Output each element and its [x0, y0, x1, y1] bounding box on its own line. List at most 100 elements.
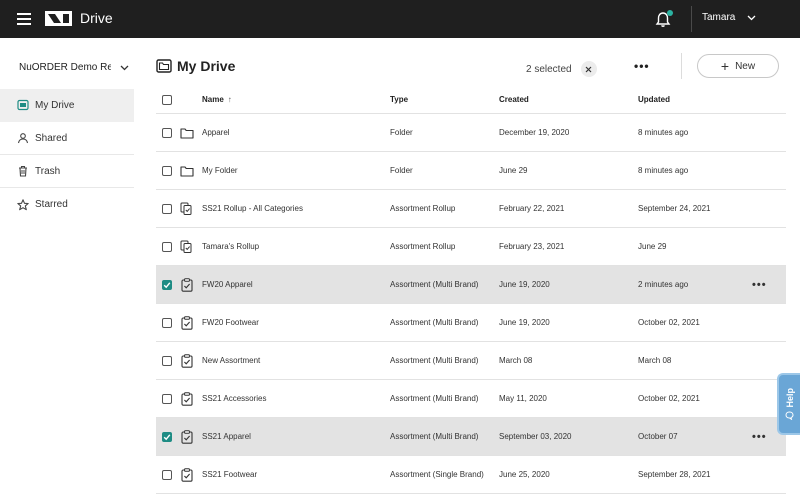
sidebar-item-label: My Drive	[35, 99, 75, 111]
row-name[interactable]: FW20 Footwear	[202, 304, 259, 341]
table-row[interactable]: SS21 Rollup - All Categories Assortment R…	[156, 190, 786, 228]
new-button-label: New	[735, 60, 756, 72]
sidebar-item-my-drive[interactable]: My Drive	[0, 89, 134, 122]
organization-select[interactable]: NuORDER Demo Reta...	[19, 62, 129, 73]
drive-icon	[156, 59, 172, 73]
table-row[interactable]: New Assortment Assortment (Multi Brand) Ma…	[156, 342, 786, 380]
selection-indicator: 2 selected	[526, 61, 597, 77]
table-row[interactable]: Tamara's Rollup Assortment Rollup February…	[156, 228, 786, 266]
row-updated: 2 minutes ago	[638, 280, 689, 289]
row-name[interactable]: Apparel	[202, 114, 230, 151]
row-created: June 29	[499, 166, 528, 175]
row-type: Folder	[390, 166, 413, 175]
row-type: Assortment (Multi Brand)	[390, 318, 479, 327]
row-checkbox[interactable]	[162, 241, 172, 252]
organization-name: NuORDER Demo Reta...	[19, 62, 111, 73]
table-body: Apparel Folder December 19, 2020 8 minutes …	[156, 114, 786, 494]
row-updated: March 08	[638, 356, 672, 365]
user-name: Tamara	[702, 12, 736, 23]
chevron-down-icon	[747, 15, 756, 20]
row-created: February 23, 2021	[499, 242, 565, 251]
hamburger-menu-icon[interactable]	[17, 13, 31, 25]
row-name[interactable]: FW20 Apparel	[202, 266, 253, 303]
row-name[interactable]: SS21 Apparel	[202, 418, 251, 455]
row-checkbox[interactable]	[162, 469, 172, 480]
trash-icon	[19, 165, 27, 177]
sidebar-item-label: Starred	[35, 199, 68, 210]
sidebar-item-trash[interactable]: Trash	[0, 155, 134, 188]
row-name[interactable]: SS21 Footwear	[202, 456, 257, 493]
row-name[interactable]: My Folder	[202, 152, 238, 189]
clipboard-icon	[180, 342, 194, 379]
clipboard-icon	[180, 266, 194, 303]
main-content: My Drive 2 selected ••• + New Name ↑ Typ…	[156, 38, 786, 499]
row-name[interactable]: Tamara's Rollup	[202, 228, 259, 265]
table-row[interactable]: SS21 Footwear Assortment (Single Brand) Ju…	[156, 456, 786, 494]
row-checkbox[interactable]	[162, 393, 172, 404]
table-row[interactable]: SS21 Accessories Assortment (Multi Brand)…	[156, 380, 786, 418]
row-created: September 03, 2020	[499, 432, 572, 441]
row-checkbox[interactable]	[162, 203, 172, 214]
help-button[interactable]: Help	[777, 373, 800, 435]
plus-icon: +	[720, 58, 730, 74]
user-menu[interactable]: Tamara	[702, 12, 756, 23]
row-type: Assortment (Multi Brand)	[390, 394, 479, 403]
row-created: December 19, 2020	[499, 128, 570, 137]
table-row[interactable]: SS21 Apparel Assortment (Multi Brand) Sept…	[156, 418, 786, 456]
page-title: My Drive	[156, 58, 235, 74]
table-row[interactable]: FW20 Footwear Assortment (Multi Brand) Jun…	[156, 304, 786, 342]
row-name[interactable]: SS21 Rollup - All Categories	[202, 190, 303, 227]
row-more-actions-button[interactable]: •••	[752, 418, 767, 455]
row-updated: June 29	[638, 242, 667, 251]
column-header-name[interactable]: Name ↑	[202, 86, 232, 113]
column-header-type[interactable]: Type	[390, 86, 408, 113]
star-icon	[17, 198, 29, 210]
row-type: Assortment (Multi Brand)	[390, 356, 479, 365]
sidebar-item-shared[interactable]: Shared	[0, 122, 134, 155]
row-checkbox[interactable]	[162, 431, 172, 442]
clipboard-icon	[180, 418, 194, 455]
row-created: June 19, 2020	[499, 318, 550, 327]
more-actions-button[interactable]: •••	[634, 59, 650, 73]
row-checkbox[interactable]	[162, 165, 172, 176]
select-all-checkbox[interactable]	[162, 94, 172, 105]
row-checkbox[interactable]	[162, 127, 172, 138]
notification-dot	[667, 10, 673, 16]
table-row[interactable]: My Folder Folder June 29 8 minutes ago	[156, 152, 786, 190]
table-row[interactable]: Apparel Folder December 19, 2020 8 minutes …	[156, 114, 786, 152]
files-table: Name ↑ Type Created Updated Apparel Folde…	[156, 86, 786, 494]
sidebar-item-label: Trash	[35, 165, 61, 177]
sidebar: NuORDER Demo Reta... My Drive Shared Tra…	[0, 38, 134, 499]
row-updated: 8 minutes ago	[638, 128, 689, 137]
clear-selection-button[interactable]	[580, 61, 597, 77]
row-created: March 08	[499, 356, 533, 365]
row-checkbox[interactable]	[162, 279, 172, 290]
row-updated: October 07	[638, 432, 678, 441]
row-checkbox[interactable]	[162, 317, 172, 328]
row-type: Assortment (Multi Brand)	[390, 432, 479, 441]
close-icon	[585, 66, 592, 72]
new-button[interactable]: + New	[697, 54, 779, 78]
row-more-actions-button[interactable]: •••	[752, 266, 767, 303]
folder-icon	[180, 114, 194, 151]
help-label: Help	[784, 387, 795, 408]
row-created: May 11, 2020	[499, 394, 547, 403]
app-title: Drive	[80, 10, 113, 26]
row-name[interactable]: New Assortment	[202, 342, 260, 379]
drive-icon	[17, 99, 29, 111]
selected-count: 2 selected	[526, 63, 572, 75]
column-header-created[interactable]: Created	[499, 86, 529, 113]
top-bar: Drive Tamara	[0, 0, 800, 38]
person-icon	[17, 133, 29, 144]
sidebar-item-starred[interactable]: Starred	[0, 188, 134, 221]
row-type: Assortment Rollup	[390, 242, 456, 251]
page-header: My Drive 2 selected ••• + New	[156, 53, 786, 79]
row-name[interactable]: SS21 Accessories	[202, 380, 266, 417]
table-row[interactable]: FW20 Apparel Assortment (Multi Brand) June…	[156, 266, 786, 304]
row-created: June 25, 2020	[499, 470, 550, 479]
page-title-text: My Drive	[177, 58, 236, 74]
chevron-down-icon	[120, 65, 129, 70]
row-checkbox[interactable]	[162, 355, 172, 366]
column-header-updated[interactable]: Updated	[638, 86, 670, 113]
folder-icon	[180, 152, 194, 189]
